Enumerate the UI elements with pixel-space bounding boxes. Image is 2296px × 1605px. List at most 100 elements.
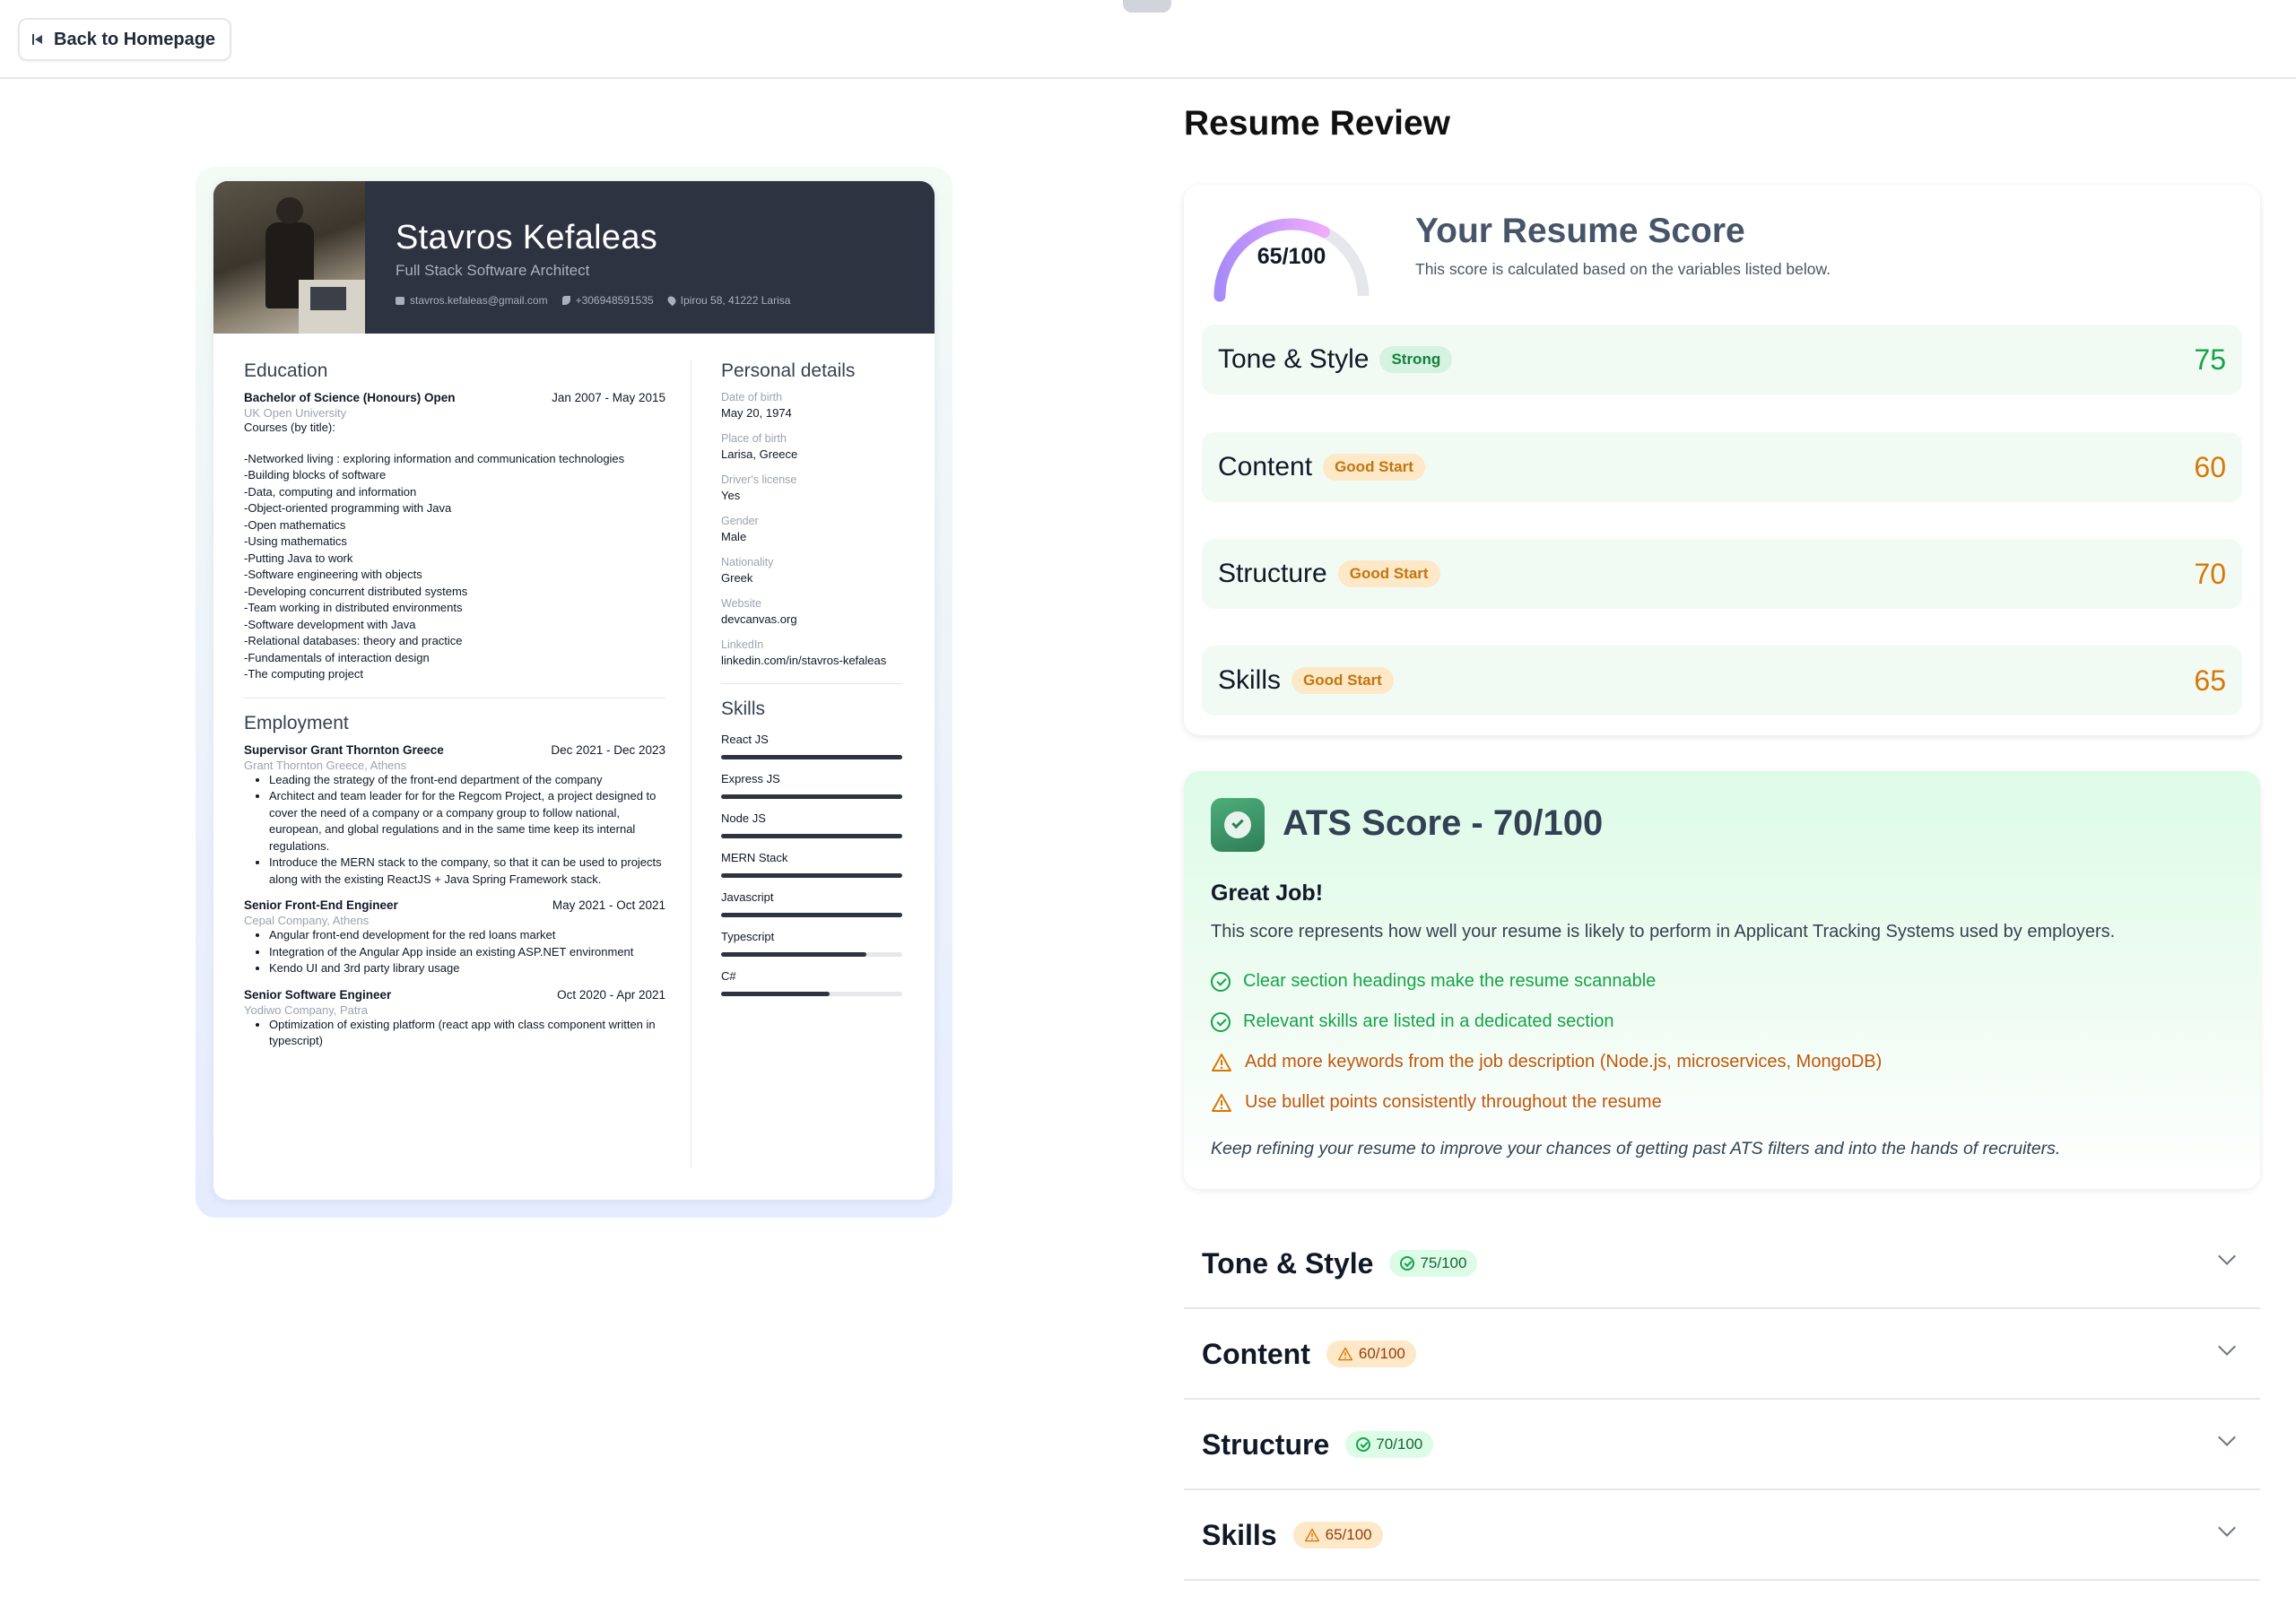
skill-level-bar — [721, 992, 902, 996]
skill-level-fill — [721, 952, 866, 957]
skill-level-fill — [721, 913, 902, 917]
skill-item: React JS — [721, 733, 902, 759]
skill-name: Node JS — [721, 811, 766, 825]
category-row-tone-style: Tone & Style Strong 75 — [1202, 325, 2242, 395]
skill-level-bar — [721, 873, 902, 878]
ats-tip-text: Add more keywords from the job descripti… — [1245, 1052, 1883, 1071]
jobs-list: Supervisor Grant Thornton Greece Dec 2021… — [244, 743, 665, 1050]
skill-item: C# — [721, 969, 902, 996]
skill-level-fill — [721, 755, 902, 759]
course-item: -Using mathematics — [244, 534, 347, 548]
ats-tip-text: Clear section headings make the resume s… — [1243, 971, 1657, 991]
skill-level-bar — [721, 913, 902, 917]
job-row: Senior Software Engineer Oct 2020 - Apr 2… — [244, 988, 665, 1002]
accordion-tone-style[interactable]: Tone & Style 75/100 — [1184, 1219, 2260, 1309]
accordion-content[interactable]: Content 60/100 — [1184, 1310, 2260, 1400]
ats-tip-text: Use bullet points consistently throughou… — [1245, 1092, 1662, 1112]
accordion-title: Tone & Style — [1202, 1246, 1374, 1280]
category-score: 70 — [2194, 557, 2226, 590]
chevron-down-icon[interactable] — [2218, 1338, 2236, 1356]
phone-icon — [561, 296, 570, 305]
course-item: -Putting Java to work — [244, 551, 353, 565]
course-item: -Open mathematics — [244, 517, 346, 532]
personal-detail-label: Driver's license — [721, 473, 797, 486]
accordion-badge-label: 70/100 — [1376, 1436, 1423, 1453]
accordion-structure[interactable]: Structure 70/100 — [1184, 1401, 2260, 1490]
skip-back-icon — [32, 33, 43, 46]
resume-score-card: 65/100 Your Resume Score This score is c… — [1184, 185, 2260, 735]
check-circle-icon — [1400, 1256, 1415, 1271]
chevron-down-icon[interactable] — [2218, 1428, 2236, 1446]
category-badge: Good Start — [1292, 667, 1394, 694]
personal-detail-label: Date of birth — [721, 391, 783, 403]
job-bullet: Kendo UI and 3rd party library usage — [269, 960, 665, 977]
skill-level-fill — [721, 794, 902, 799]
job-bullet: Optimization of existing platform (react… — [269, 1017, 665, 1050]
location-pin-icon — [665, 294, 678, 307]
courses-list: -Networked living : exploring informatio… — [244, 451, 665, 683]
check-circle-icon — [1211, 1011, 1231, 1032]
ats-tips-list: Clear section headings make the resume s… — [1211, 961, 1882, 1123]
personal-detail-label: Website — [721, 597, 761, 610]
resume-preview[interactable]: Stavros Kefaleas Full Stack Software Arc… — [213, 181, 935, 1200]
personal-detail-label: LinkedIn — [721, 638, 764, 651]
resume-job-title: Full Stack Software Architect — [396, 262, 590, 279]
accordion-skills[interactable]: Skills 65/100 — [1184, 1491, 2260, 1581]
ats-tip: Add more keywords from the job descripti… — [1211, 1042, 1882, 1082]
accordion-badge: 70/100 — [1345, 1431, 1434, 1458]
category-name: Content — [1218, 452, 1313, 482]
employment-heading: Employment — [244, 712, 349, 733]
resume-email: stavros.kefaleas@gmail.com — [410, 294, 548, 307]
check-circle-icon — [1356, 1437, 1371, 1452]
job-company: Cepal Company, Athens — [244, 914, 370, 927]
job-dates: Oct 2020 - Apr 2021 — [557, 987, 665, 1002]
job-bullet: Architect and team leader for for the Re… — [269, 788, 665, 855]
job-role: Supervisor Grant Thornton Greece — [244, 742, 444, 757]
skills-heading: Skills — [721, 698, 766, 719]
courses-label: Courses (by title): — [244, 421, 335, 434]
job-entry: Senior Front-End Engineer May 2021 - Oct … — [244, 898, 665, 977]
course-item: -Data, computing and information — [244, 484, 417, 499]
education-heading: Education — [244, 360, 328, 381]
accordion-badge: 75/100 — [1389, 1250, 1478, 1277]
job-row: Supervisor Grant Thornton Greece Dec 2021… — [244, 743, 665, 757]
category-row-content: Content Good Start 60 — [1202, 432, 2242, 502]
job-bullet: Integration of the Angular App inside an… — [269, 944, 665, 961]
category-row-skills: Skills Good Start 65 — [1202, 646, 2242, 716]
personal-detail-value: Yes — [721, 489, 741, 502]
accordion-badge: 65/100 — [1292, 1522, 1383, 1549]
page-title: Resume Review — [1184, 104, 1450, 143]
job-bullet: Angular front-end development for the re… — [269, 927, 665, 944]
resume-body: Education Bachelor of Science (Honours) … — [213, 334, 935, 1200]
skill-name: Typescript — [721, 930, 775, 943]
skill-name: C# — [721, 969, 736, 983]
drag-handle[interactable] — [1123, 0, 1171, 13]
job-entry: Senior Software Engineer Oct 2020 - Apr 2… — [244, 988, 665, 1050]
personal-detail-label: Place of birth — [721, 432, 787, 445]
skill-level-bar — [721, 794, 902, 799]
category-badge: Good Start — [1323, 454, 1425, 481]
course-item: -Building blocks of software — [244, 468, 387, 482]
course-item: -Team working in distributed environment… — [244, 601, 463, 614]
check-circle-icon — [1211, 971, 1231, 992]
chevron-down-icon[interactable] — [2218, 1519, 2236, 1537]
personal-detail-value: devcanvas.org — [721, 612, 797, 626]
ats-footer: Keep refining your resume to improve you… — [1211, 1139, 2061, 1158]
skill-item: Node JS — [721, 811, 902, 838]
education-row: Bachelor of Science (Honours) Open Jan 2… — [244, 391, 665, 404]
back-to-homepage-button[interactable]: Back to Homepage — [18, 18, 232, 61]
personal-details-list: Date of birth May 20, 1974 Place of birth L… — [721, 391, 902, 669]
skill-name: Javascript — [721, 890, 774, 904]
skill-item: Javascript — [721, 890, 902, 917]
course-item: -Relational databases: theory and practi… — [244, 634, 463, 647]
personal-detail-value: Male — [721, 530, 747, 543]
accordion-title: Structure — [1202, 1427, 1330, 1461]
category-name: Tone & Style — [1218, 344, 1370, 374]
resume-phone: +306948591535 — [575, 294, 654, 307]
skill-level-fill — [721, 873, 902, 878]
personal-detail-label: Gender — [721, 515, 759, 527]
resume-address: Ipirou 58, 41222 Larisa — [680, 294, 791, 307]
job-bullet: Leading the strategy of the front-end de… — [269, 772, 665, 789]
personal-detail-value: linkedin.com/in/stavros-kefaleas — [721, 654, 887, 667]
chevron-down-icon[interactable] — [2218, 1247, 2236, 1265]
